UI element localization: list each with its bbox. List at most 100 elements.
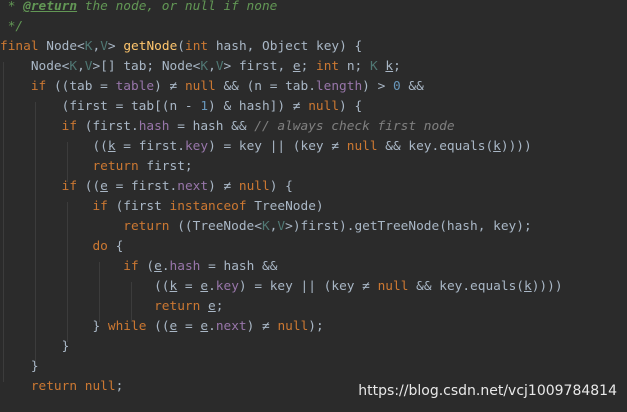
code-token: return	[0, 299, 209, 314]
code-token: ;	[115, 379, 124, 394]
code-token: if	[0, 199, 116, 214]
code-line[interactable]: if ((tab = table) ≠ null && (n = tab.len…	[0, 77, 424, 97]
code-token: ) ≠	[208, 179, 239, 194]
code-token: if	[0, 259, 147, 274]
code-token: >)first).getTreeNode(hash, key);	[285, 219, 532, 234]
code-line[interactable]: * @return the node, or null if none	[0, 0, 278, 17]
code-token: ;	[215, 299, 224, 314]
code-token: > first,	[223, 59, 293, 74]
code-line[interactable]: if (first.hash = hash && // always check…	[0, 117, 455, 137]
code-token: &&	[408, 79, 424, 94]
code-token: ) = key || (key ≠	[208, 139, 347, 154]
code-token: = hash &&	[177, 119, 255, 134]
code-token: e	[292, 59, 301, 74]
code-token: && (n = tab.	[223, 79, 316, 94]
code-line[interactable]: if (first instanceof TreeNode)	[0, 197, 324, 217]
code-token: K	[369, 59, 386, 74]
code-token: TreeNode)	[254, 199, 324, 214]
code-token: k	[493, 139, 501, 154]
code-token: }	[0, 319, 108, 334]
code-token: 0	[392, 79, 409, 94]
code-token: n;	[346, 59, 370, 74]
code-token: .	[208, 319, 216, 334]
code-line[interactable]: if ((e = first.next) ≠ null) {	[0, 177, 293, 197]
code-line[interactable]: return null;	[0, 377, 123, 397]
code-token: next	[177, 179, 209, 194]
code-token: V	[84, 59, 93, 74]
code-line[interactable]: ((k = first.key) = key || (key ≠ null &&…	[0, 137, 532, 157]
code-token: if	[0, 179, 85, 194]
code-line[interactable]: }	[0, 337, 70, 357]
code-token: int	[316, 59, 347, 74]
code-token: ))))	[500, 139, 532, 154]
code-token: null	[184, 79, 224, 94]
code-token: ((tab =	[53, 79, 116, 94]
code-line[interactable]: */	[0, 17, 23, 37]
code-token: instanceof	[169, 199, 255, 214]
code-line[interactable]: return e;	[0, 297, 223, 317]
code-token: ) >	[362, 79, 393, 94]
code-line[interactable]: do {	[0, 237, 123, 257]
code-token: null	[277, 319, 309, 334]
code-token: final	[0, 39, 47, 54]
code-token: }	[0, 359, 39, 374]
code-token: next	[215, 319, 247, 334]
code-token: V	[100, 39, 108, 54]
code-token: (first	[115, 199, 170, 214]
code-token: =	[177, 319, 201, 334]
code-token: ((TreeNode<	[177, 219, 262, 234]
code-editor[interactable]: * @return the node, or null if none */ fi…	[0, 0, 627, 412]
code-token: null	[238, 179, 270, 194]
code-token: if	[0, 79, 54, 94]
code-line[interactable]: final Node<K,V> getNode(int hash, Object…	[0, 37, 362, 57]
code-token: ((	[0, 279, 170, 294]
code-token: the node, or null if none	[77, 0, 278, 14]
code-token: first;	[146, 159, 193, 174]
code-token: );	[308, 319, 324, 334]
code-token: V	[215, 59, 224, 74]
code-token: length	[315, 79, 363, 94]
code-token: .	[161, 259, 170, 274]
code-token: return	[0, 159, 147, 174]
code-token: k	[107, 139, 116, 154]
code-token: ,	[208, 59, 216, 74]
code-token: return	[0, 219, 178, 234]
code-token: (first = tab[(n -	[0, 99, 201, 114]
code-line[interactable]: (first = tab[(n - 1) & hash]) ≠ null) {	[0, 97, 363, 117]
code-token: getNode	[123, 39, 178, 54]
code-line[interactable]: }	[0, 357, 39, 377]
code-token: ((	[84, 179, 101, 194]
code-token: hash	[138, 119, 178, 134]
code-token: >	[107, 39, 124, 54]
code-line[interactable]: return ((TreeNode<K,V>)first).getTreeNod…	[0, 217, 532, 237]
code-token: e	[200, 319, 209, 334]
code-token: e	[200, 279, 209, 294]
code-token: K	[200, 59, 209, 74]
code-token: K	[261, 219, 270, 234]
code-token: key	[184, 139, 209, 154]
code-line[interactable]: } while ((e = e.next) ≠ null);	[0, 317, 324, 337]
code-line[interactable]: ((k = e.key) = key || (key ≠ null && key…	[0, 277, 563, 297]
code-token: k	[524, 279, 532, 294]
code-token: = first.	[115, 139, 185, 154]
code-token: e	[154, 259, 162, 274]
code-line[interactable]: if (e.hash = hash &&	[0, 257, 277, 277]
code-token: {	[115, 239, 124, 254]
code-token: = first.	[107, 179, 178, 194]
code-line[interactable]: Node<K,V>[] tab; Node<K,V> first, e; int…	[0, 57, 401, 77]
code-token: ) ≠	[246, 319, 278, 334]
code-token: do	[0, 239, 116, 254]
code-token: // always check first node	[254, 119, 455, 134]
code-token: e	[100, 179, 108, 194]
code-token: null	[308, 99, 340, 114]
code-token: = hash &&	[208, 259, 278, 274]
code-token: ) = key || (key ≠	[238, 279, 378, 294]
code-token: ((	[0, 139, 108, 154]
code-line[interactable]: return first;	[0, 157, 193, 177]
code-token: @return	[23, 0, 78, 14]
code-token: 1	[200, 99, 209, 114]
code-token: while	[107, 319, 155, 334]
code-token: ))))	[531, 279, 563, 294]
code-token: ) ≠	[154, 79, 185, 94]
code-token: .	[208, 279, 216, 294]
